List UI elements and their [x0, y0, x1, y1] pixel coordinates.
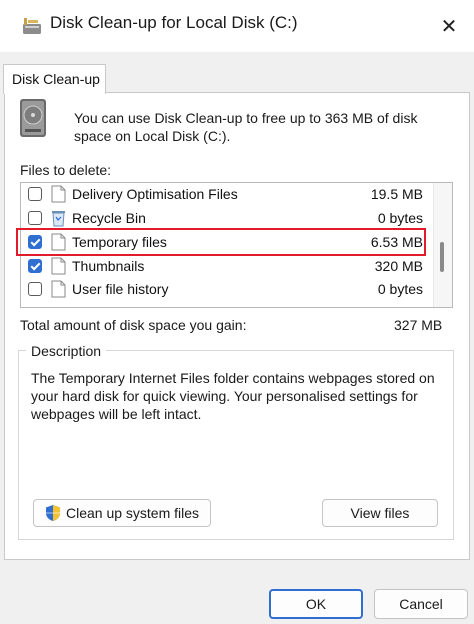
list-item-user-file-history[interactable]: User file history 0 bytes: [21, 279, 431, 301]
close-icon: ✕: [440, 15, 458, 38]
file-icon: [51, 257, 66, 275]
item-name: Thumbnails: [72, 258, 145, 274]
scrollbar-thumb[interactable]: [440, 242, 444, 272]
window-title: Disk Clean-up for Local Disk (C:): [50, 13, 298, 32]
hard-drive-icon: [20, 99, 46, 137]
clean-up-system-files-label: Clean up system files: [65, 505, 200, 521]
uac-shield-icon: [45, 505, 60, 521]
close-button[interactable]: ✕: [432, 10, 466, 42]
total-gain-value: 327 MB: [394, 317, 443, 333]
item-size: 0 bytes: [377, 210, 423, 226]
list-item-delivery-optimisation[interactable]: Delivery Optimisation Files 19.5 MB: [21, 184, 431, 206]
item-size: 6.53 MB: [370, 234, 423, 250]
cancel-button[interactable]: Cancel: [374, 589, 468, 619]
total-gain-label: Total amount of disk space you gain:: [20, 317, 247, 333]
list-item-thumbnails[interactable]: Thumbnails 320 MB: [21, 256, 431, 278]
title-bar[interactable]: Disk Clean-up for Local Disk (C:) ✕: [0, 0, 474, 52]
item-name: Recycle Bin: [72, 210, 146, 226]
list-item-recycle-bin[interactable]: Recycle Bin 0 bytes: [21, 208, 431, 230]
checkbox-checked[interactable]: [28, 235, 42, 249]
list-item-temporary-files[interactable]: Temporary files 6.53 MB: [21, 232, 431, 254]
disk-cleanup-dialog: Disk Clean-up for Local Disk (C:) ✕ Disk…: [0, 0, 474, 624]
description-text: The Temporary Internet Files folder cont…: [31, 370, 435, 422]
view-files-button[interactable]: View files: [322, 499, 438, 527]
checkbox[interactable]: [28, 282, 42, 296]
item-name: Delivery Optimisation Files: [72, 186, 238, 202]
description-title: Description: [26, 343, 107, 359]
intro-text: You can use Disk Clean-up to free up to …: [74, 110, 418, 144]
list-scrollbar[interactable]: [433, 183, 452, 307]
checkbox-checked[interactable]: [28, 259, 42, 273]
clean-up-system-files-button[interactable]: Clean up system files: [33, 499, 211, 527]
files-to-delete-list[interactable]: Delivery Optimisation Files 19.5 MB Recy…: [20, 182, 453, 308]
item-name: User file history: [72, 281, 169, 297]
file-icon: [51, 233, 66, 251]
file-icon: [51, 280, 66, 298]
file-icon: [51, 185, 66, 203]
item-size: 0 bytes: [377, 281, 423, 297]
checkbox[interactable]: [28, 211, 42, 225]
item-size: 19.5 MB: [370, 186, 423, 202]
item-size: 320 MB: [374, 258, 423, 274]
disk-cleanup-icon: [23, 18, 41, 34]
files-to-delete-label: Files to delete:: [20, 162, 112, 178]
recycle-bin-icon: [52, 211, 65, 227]
checkbox[interactable]: [28, 187, 42, 201]
ok-button[interactable]: OK: [269, 589, 363, 619]
tab-disk-cleanup[interactable]: Disk Clean-up: [3, 64, 106, 94]
item-name: Temporary files: [72, 234, 167, 250]
